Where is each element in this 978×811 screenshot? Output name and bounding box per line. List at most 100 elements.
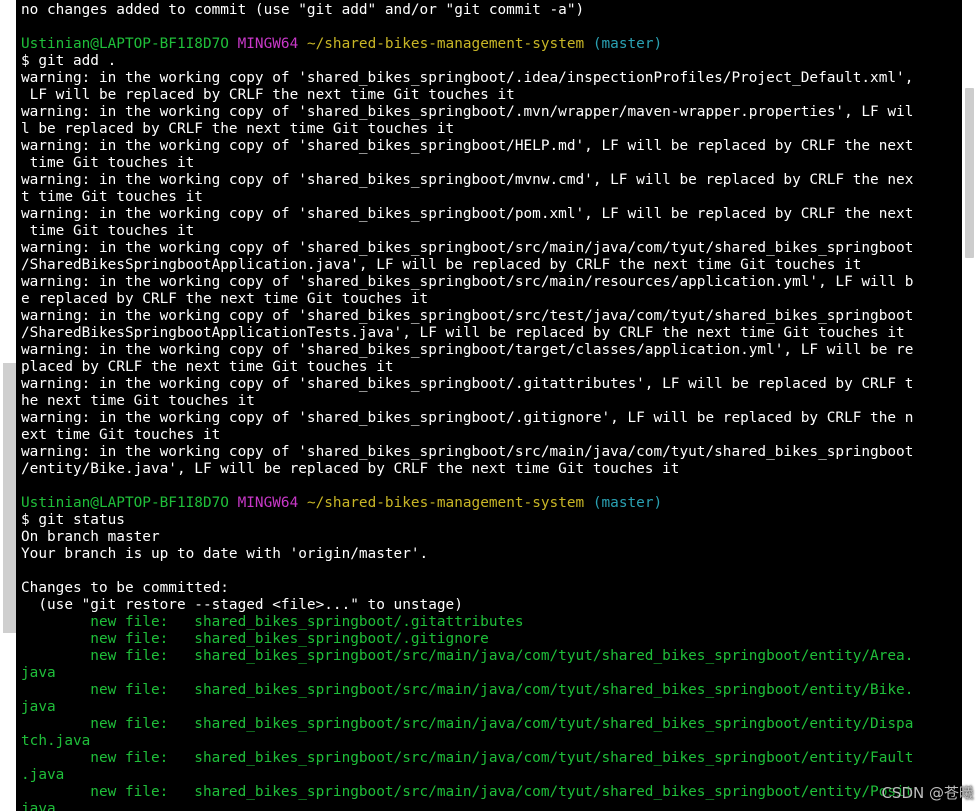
text-segment-green: new file: shared_bikes_springboot/src/ma… — [21, 648, 914, 664]
text-segment: warning: in the working copy of 'shared_… — [21, 274, 914, 290]
terminal-line: warning: in the working copy of 'shared_… — [21, 138, 951, 155]
terminal-line: java — [21, 801, 951, 811]
terminal-line: no changes added to commit (use "git add… — [21, 2, 951, 19]
text-segment-green: java — [21, 665, 56, 681]
terminal-line: warning: in the working copy of 'shared_… — [21, 342, 951, 359]
terminal-line: time Git touches it — [21, 155, 951, 172]
text-segment: warning: in the working copy of 'shared_… — [21, 444, 914, 460]
text-segment: warning: in the working copy of 'shared_… — [21, 376, 914, 392]
text-segment: he next time Git touches it — [21, 393, 255, 409]
terminal-line: new file: shared_bikes_springboot/src/ma… — [21, 750, 951, 767]
terminal-line: warning: in the working copy of 'shared_… — [21, 274, 951, 291]
text-segment — [584, 36, 593, 52]
terminal-line: Changes to be committed: — [21, 580, 951, 597]
text-segment: time Git touches it — [21, 155, 195, 171]
terminal-line: new file: shared_bikes_springboot/.gitat… — [21, 614, 951, 631]
scrollbar-thumb[interactable] — [965, 88, 974, 258]
text-segment: placed by CRLF the next time Git touches… — [21, 359, 394, 375]
text-segment: /SharedBikesSpringbootApplication.java',… — [21, 257, 862, 273]
terminal-line: new file: shared_bikes_springboot/src/ma… — [21, 648, 951, 665]
terminal-line: e replaced by CRLF the next time Git tou… — [21, 291, 951, 308]
terminal-line: warning: in the working copy of 'shared_… — [21, 104, 951, 121]
terminal-line: (use "git restore --staged <file>..." to… — [21, 597, 951, 614]
terminal-line: l be replaced by CRLF the next time Git … — [21, 121, 951, 138]
terminal-line: /SharedBikesSpringbootApplicationTests.j… — [21, 325, 951, 342]
terminal-output[interactable]: no changes added to commit (use "git add… — [21, 2, 951, 811]
terminal-line: new file: shared_bikes_springboot/src/ma… — [21, 682, 951, 699]
text-segment: ext time Git touches it — [21, 427, 221, 443]
text-segment — [229, 495, 238, 511]
terminal-line: new file: shared_bikes_springboot/src/ma… — [21, 784, 951, 801]
text-segment: /SharedBikesSpringbootApplicationTests.j… — [21, 325, 905, 341]
terminal-line: new file: shared_bikes_springboot/src/ma… — [21, 716, 951, 733]
terminal-line: tch.java — [21, 733, 951, 750]
terminal-line: placed by CRLF the next time Git touches… — [21, 359, 951, 376]
terminal-line: On branch master — [21, 529, 951, 546]
text-segment — [298, 495, 307, 511]
text-segment: Changes to be committed: — [21, 580, 229, 596]
terminal-line: $ git status — [21, 512, 951, 529]
text-segment-magenta: MINGW64 — [237, 36, 299, 52]
terminal-line: warning: in the working copy of 'shared_… — [21, 240, 951, 257]
terminal-line: .java — [21, 767, 951, 784]
terminal-line: warning: in the working copy of 'shared_… — [21, 376, 951, 393]
text-segment — [229, 36, 238, 52]
text-segment-green: .java — [21, 767, 65, 783]
text-segment-magenta: MINGW64 — [237, 495, 299, 511]
text-segment: no changes added to commit (use "git add… — [21, 2, 585, 18]
left-scroll-gutter — [0, 0, 16, 811]
text-segment: warning: in the working copy of 'shared_… — [21, 138, 914, 154]
text-segment: Your branch is up to date with 'origin/m… — [21, 546, 429, 562]
text-segment: $ git status — [21, 512, 125, 528]
terminal-line: warning: in the working copy of 'shared_… — [21, 308, 951, 325]
terminal-line: /SharedBikesSpringbootApplication.java',… — [21, 257, 951, 274]
text-segment: warning: in the working copy of 'shared_… — [21, 240, 914, 256]
terminal-line: LF will be replaced by CRLF the next tim… — [21, 87, 951, 104]
text-segment-green: tch.java — [21, 733, 91, 749]
text-segment-green: Ustinian@LAPTOP-BF1I8D7O — [21, 36, 229, 52]
text-segment: warning: in the working copy of 'shared_… — [21, 342, 914, 358]
text-segment: e replaced by CRLF the next time Git tou… — [21, 291, 429, 307]
text-segment: l be replaced by CRLF the next time Git … — [21, 121, 455, 137]
text-segment: $ git add . — [21, 53, 117, 69]
text-segment-green: new file: shared_bikes_springboot/src/ma… — [21, 784, 914, 800]
text-segment-green: new file: shared_bikes_springboot/src/ma… — [21, 750, 914, 766]
text-segment-yellow: ~/shared-bikes-management-system — [306, 36, 585, 52]
csdn-watermark: CSDN @苍曦 — [881, 784, 974, 802]
vertical-scrollbar[interactable] — [962, 0, 978, 811]
left-gutter-marker — [3, 363, 16, 633]
text-segment-green: java — [21, 801, 56, 811]
text-segment-cyan: (master) — [592, 495, 663, 511]
text-segment: warning: in the working copy of 'shared_… — [21, 308, 914, 324]
terminal-line: warning: in the working copy of 'shared_… — [21, 172, 951, 189]
text-segment: warning: in the working copy of 'shared_… — [21, 206, 914, 222]
text-segment: warning: in the working copy of 'shared_… — [21, 70, 914, 86]
terminal-line: Your branch is up to date with 'origin/m… — [21, 546, 951, 563]
text-segment: (use "git restore --staged <file>..." to… — [21, 597, 463, 613]
text-segment: time Git touches it — [21, 223, 195, 239]
terminal-line: warning: in the working copy of 'shared_… — [21, 410, 951, 427]
terminal-line: warning: in the working copy of 'shared_… — [21, 206, 951, 223]
shell-prompt-line: Ustinian@LAPTOP-BF1I8D7O MINGW64 ~/share… — [21, 495, 951, 512]
terminal-line: ext time Git touches it — [21, 427, 951, 444]
terminal-line: warning: in the working copy of 'shared_… — [21, 70, 951, 87]
terminal-line: /entity/Bike.java', LF will be replaced … — [21, 461, 951, 478]
text-segment-green: new file: shared_bikes_springboot/.gitig… — [21, 631, 489, 647]
terminal-line: new file: shared_bikes_springboot/.gitig… — [21, 631, 951, 648]
terminal-line: java — [21, 699, 951, 716]
text-segment: warning: in the working copy of 'shared_… — [21, 172, 914, 188]
terminal-line: he next time Git touches it — [21, 393, 951, 410]
text-segment: t time Git touches it — [21, 189, 203, 205]
shell-prompt-line: Ustinian@LAPTOP-BF1I8D7O MINGW64 ~/share… — [21, 36, 951, 53]
terminal-line: time Git touches it — [21, 223, 951, 240]
text-segment: warning: in the working copy of 'shared_… — [21, 104, 914, 120]
text-segment: warning: in the working copy of 'shared_… — [21, 410, 914, 426]
text-segment: LF will be replaced by CRLF the next tim… — [21, 87, 515, 103]
terminal-line: $ git add . — [21, 53, 951, 70]
terminal-line: t time Git touches it — [21, 189, 951, 206]
text-segment-green: java — [21, 699, 56, 715]
text-segment — [298, 36, 307, 52]
